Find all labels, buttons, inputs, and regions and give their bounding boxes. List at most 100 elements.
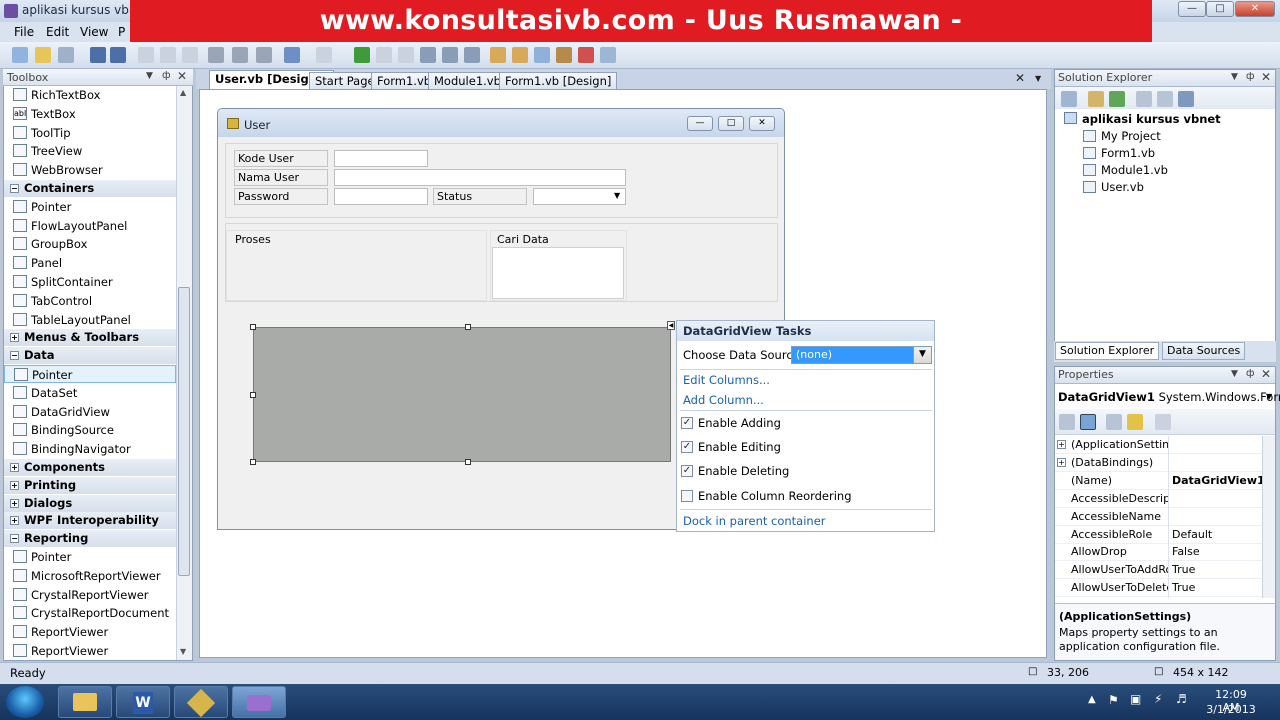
property-row[interactable]: (Name) DataGridView1 [1055,472,1265,490]
start-button[interactable] [6,686,44,718]
solution-item[interactable]: My Project [1101,129,1161,143]
undo-icon[interactable] [284,47,300,63]
label-status[interactable]: Status [433,188,527,205]
expand-icon[interactable]: + [1057,457,1066,467]
toolbox-item[interactable]: ToolTip [4,124,176,142]
minimize-button[interactable]: — [1178,1,1206,17]
toolbox-item[interactable]: MicrosoftReportViewer [4,567,176,585]
tasks-checkbox-row[interactable]: ✓ Enable Adding [681,416,921,432]
toolbox-category[interactable]: + Components [4,459,176,476]
expand-icon[interactable]: + [10,463,19,472]
cari-data-textbox[interactable] [492,247,624,299]
property-value[interactable]: False [1172,545,1200,558]
volume-icon[interactable]: ♬ [1176,692,1187,706]
toolbox-item[interactable]: SplitContainer [4,273,176,291]
kode-user-input[interactable] [334,150,428,167]
menu-view[interactable]: View [80,25,108,39]
clock-date[interactable]: 3/1/2013 [1205,703,1257,716]
property-row[interactable]: AccessibleName [1055,508,1262,526]
properties-icon[interactable] [534,47,550,63]
toolbox-icon[interactable] [556,47,572,63]
explorer-taskbar-button[interactable] [58,686,112,718]
save-icon[interactable] [90,47,106,63]
stop-icon[interactable] [398,47,414,63]
tools-taskbar-button[interactable] [174,686,228,718]
dropdown-arrow-icon[interactable]: ▼ [1231,369,1238,379]
toolbox-category[interactable]: + Printing [4,476,176,494]
property-row[interactable]: AllowUserToAddRo True [1055,561,1262,580]
property-value[interactable]: True [1172,563,1195,576]
nama-user-input[interactable] [334,169,626,186]
scroll-down-icon[interactable]: ▼ [180,647,186,656]
format-icon[interactable] [208,47,224,63]
dropdown-arrow-icon[interactable]: ▼ [146,71,153,81]
comment-icon[interactable] [232,47,248,63]
toolbox-item[interactable]: CrystalReportDocument [4,604,176,622]
combobox-arrow-icon[interactable]: ▼ [614,191,620,200]
categorized-icon[interactable] [1059,414,1075,430]
collapse-icon[interactable]: − [10,184,19,193]
visual-studio-taskbar-button[interactable] [232,686,286,718]
power-icon[interactable]: ⚡ [1154,692,1162,706]
find-icon[interactable] [490,47,506,63]
menu-file[interactable]: File [14,25,34,39]
data-source-select[interactable]: (none) [791,346,932,364]
word-taskbar-button[interactable]: W [116,686,170,718]
property-pages-icon[interactable] [1155,414,1171,430]
toolbox-close-icon[interactable]: ✕ [177,69,187,83]
cut-icon[interactable] [138,47,154,63]
document-close-icon[interactable]: ✕ [1015,71,1025,85]
pin-icon[interactable]: ф [162,70,171,81]
toolbox-item[interactable]: Pointer [4,548,176,566]
property-row[interactable]: AccessibleDescripti [1055,490,1262,508]
tray-expand-icon[interactable]: ▲ [1088,694,1096,705]
menu-project[interactable]: P [118,25,125,39]
property-value[interactable]: True [1172,581,1195,594]
toolbox-category[interactable]: + WPF Interoperability [4,512,176,530]
solution-item[interactable]: User.vb [1101,180,1144,194]
toolbox-item[interactable]: Pointer [4,365,176,383]
pause-icon[interactable] [376,47,392,63]
tasks-checkbox-row[interactable]: Enable Column Reordering [681,489,921,505]
expand-icon[interactable]: + [10,498,19,508]
expand-icon[interactable]: + [10,516,19,526]
data-source-dropdown-icon[interactable]: ▼ [913,347,931,363]
view-code-icon[interactable] [1136,91,1152,107]
alphabetical-icon[interactable] [1080,414,1096,430]
tab-module1-vb[interactable]: Module1.vb [428,72,507,89]
maximize-button[interactable]: □ [1206,1,1234,17]
events-icon[interactable] [1127,414,1143,430]
close-button[interactable]: ✕ [1235,1,1275,17]
paste-icon[interactable] [182,47,198,63]
class-diagram-icon[interactable] [1178,91,1194,107]
open-icon[interactable] [35,47,51,63]
resize-handle-sw[interactable] [250,459,256,465]
toolbox-item[interactable]: RichTextBox [4,86,176,104]
label-password[interactable]: Password [234,188,328,205]
uncomment-icon[interactable] [256,47,272,63]
properties-object-selector[interactable]: DataGridView1 System.Windows.Forms. [1058,390,1280,404]
label-nama-user[interactable]: Nama User [234,169,328,186]
solution-item[interactable]: Form1.vb [1101,146,1155,160]
collapse-icon[interactable]: − [10,351,19,361]
property-row[interactable]: AccessibleRole Default [1055,526,1262,544]
redo-icon[interactable] [316,47,332,63]
property-divider[interactable] [1168,436,1169,598]
tasks-checkbox-row[interactable]: ✓ Enable Deleting [681,464,921,480]
refresh-icon[interactable] [1109,91,1125,107]
checkbox-checked[interactable]: ✓ [681,441,693,453]
object-dropdown-icon[interactable]: ▼ [1266,392,1272,401]
resize-handle-n[interactable] [465,324,471,330]
resize-handle-s[interactable] [465,459,471,465]
pin-icon[interactable]: ф [1246,71,1255,82]
show-all-files-icon[interactable] [1088,91,1104,107]
toolbox-item[interactable]: FlowLayoutPanel [4,217,176,235]
property-value[interactable]: DataGridView1 [1172,474,1265,487]
resize-handle-w[interactable] [250,392,256,398]
toolbox-item[interactable]: WebBrowser [4,161,176,179]
toolbox-item[interactable]: BindingSource [4,421,176,439]
step-over-icon[interactable] [442,47,458,63]
dropdown-arrow-icon[interactable]: ▼ [1231,72,1238,82]
expand-icon[interactable]: + [1057,440,1066,449]
toolbox-item[interactable]: TableLayoutPanel [4,311,176,329]
